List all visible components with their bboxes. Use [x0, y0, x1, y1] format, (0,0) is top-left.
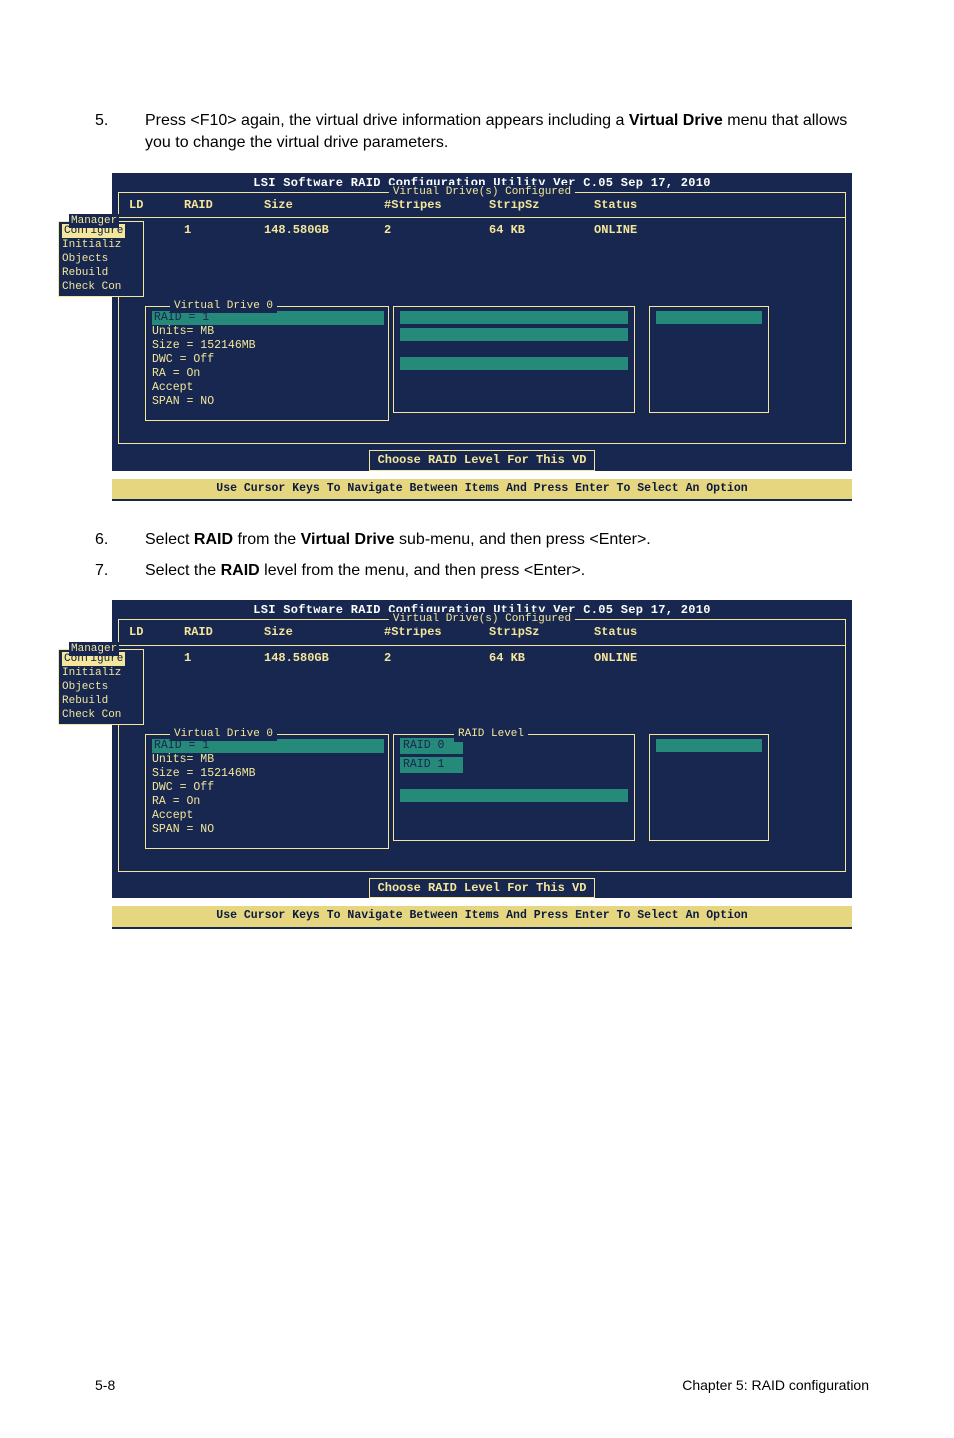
- col-size: Size: [264, 624, 384, 641]
- vd0-line: Units= MB: [152, 753, 214, 766]
- bios-screenshot-2: LSI Software RAID Configuration Utility …: [112, 600, 852, 928]
- left-menu-item: Check Con: [62, 281, 121, 293]
- vd0-line: DWC = Off: [152, 781, 214, 794]
- step7-number: 7.: [95, 560, 145, 582]
- cell-raid: 1: [184, 222, 264, 239]
- green-bar: [400, 311, 628, 324]
- green-bar: [400, 357, 628, 370]
- vd0-line: Size = 152146MB: [152, 339, 256, 352]
- step6-c: from the: [233, 531, 301, 548]
- step7-b: RAID: [221, 562, 260, 579]
- vd0-label: Virtual Drive 0: [170, 727, 277, 741]
- left-menu: Manager Configure Initializ Objects Rebu…: [58, 649, 144, 725]
- green-bar: [656, 311, 762, 324]
- step6-b: RAID: [194, 531, 233, 548]
- vd0-line: SPAN = NO: [152, 395, 214, 408]
- vd0-line: RA = On: [152, 795, 200, 808]
- vd0-line: Size = 152146MB: [152, 767, 256, 780]
- vd0-label: Virtual Drive 0: [170, 299, 277, 313]
- step6-d: Virtual Drive: [301, 531, 395, 548]
- cell-status: ONLINE: [594, 650, 684, 667]
- step7-text: Select the RAID level from the menu, and…: [145, 560, 869, 582]
- step6-e: sub-menu, and then press <Enter>.: [395, 531, 651, 548]
- cell-stripsz: 64 KB: [489, 222, 594, 239]
- left-menu: Manager Configure Initializ Objects Rebu…: [58, 221, 144, 297]
- cell-status: ONLINE: [594, 222, 684, 239]
- vd0-line: Units= MB: [152, 325, 214, 338]
- green-box-1: [393, 306, 635, 413]
- left-menu-item: Objects: [62, 253, 108, 265]
- left-menu-item: Initializ: [62, 239, 121, 251]
- col-status: Status: [594, 197, 684, 214]
- bios-screenshot-1: LSI Software RAID Configuration Utility …: [112, 173, 852, 501]
- virtual-drive-0-box: Virtual Drive 0 RAID = 1 Units= MB Size …: [145, 734, 389, 849]
- green-box-2: [649, 306, 769, 413]
- page-footer-left: 5-8: [95, 1376, 115, 1396]
- green-box-2: [649, 734, 769, 841]
- raid-option: RAID 1: [400, 757, 463, 773]
- vd0-line-selected: RAID = 1: [152, 739, 384, 753]
- green-bar: [400, 789, 628, 802]
- col-ld: LD: [129, 197, 184, 214]
- page-footer-right: Chapter 5: RAID configuration: [682, 1376, 869, 1396]
- cell-size: 148.580GB: [264, 650, 384, 667]
- col-raid: RAID: [184, 197, 264, 214]
- col-status: Status: [594, 624, 684, 641]
- step5-a: Press <F10> again, the virtual drive inf…: [145, 112, 629, 129]
- green-bar: [400, 328, 628, 341]
- vd0-line-selected: RAID = 1: [152, 311, 384, 325]
- virtual-drive-0-box: Virtual Drive 0 RAID = 1 Units= MB Size …: [145, 306, 389, 421]
- left-menu-item: Check Con: [62, 709, 121, 721]
- vd0-line: DWC = Off: [152, 353, 214, 366]
- left-menu-title: Manager: [69, 642, 119, 656]
- cell-stripes: 2: [384, 650, 489, 667]
- raid-level-label: RAID Level: [454, 727, 528, 742]
- step5-number: 5.: [95, 110, 145, 155]
- prompt-box: Choose RAID Level For This VD: [369, 878, 596, 899]
- step7-c: level from the menu, and then press <Ent…: [260, 562, 586, 579]
- bios-header-label: Virtual Drive(s) Configured: [389, 612, 575, 627]
- green-bar: [656, 739, 762, 752]
- raid-level-box: RAID Level RAID 0 RAID 1: [393, 734, 635, 841]
- cell-size: 148.580GB: [264, 222, 384, 239]
- bios-footer-bar: Use Cursor Keys To Navigate Between Item…: [112, 479, 852, 499]
- bios-header-label: Virtual Drive(s) Configured: [389, 185, 575, 200]
- bios-data-row: 0 1 148.580GB 2 64 KB ONLINE: [119, 218, 845, 243]
- left-menu-item: Objects: [62, 681, 108, 693]
- left-menu-item: Initializ: [62, 667, 121, 679]
- step6-number: 6.: [95, 529, 145, 551]
- col-size: Size: [264, 197, 384, 214]
- vd0-line: Accept: [152, 809, 193, 822]
- vd0-line: Accept: [152, 381, 193, 394]
- bios-data-row: 0 1 148.580GB 2 64 KB ONLINE: [119, 646, 845, 671]
- step7-a: Select the: [145, 562, 221, 579]
- cell-stripsz: 64 KB: [489, 650, 594, 667]
- prompt-box: Choose RAID Level For This VD: [369, 450, 596, 471]
- col-ld: LD: [129, 624, 184, 641]
- col-raid: RAID: [184, 624, 264, 641]
- cell-raid: 1: [184, 650, 264, 667]
- bios-footer-bar: Use Cursor Keys To Navigate Between Item…: [112, 906, 852, 926]
- left-menu-item: Rebuild: [62, 267, 108, 279]
- step5-text: Press <F10> again, the virtual drive inf…: [145, 110, 869, 155]
- left-menu-title: Manager: [69, 214, 119, 228]
- vd0-line: RA = On: [152, 367, 200, 380]
- step6-a: Select: [145, 531, 194, 548]
- left-menu-item: Rebuild: [62, 695, 108, 707]
- vd0-line: SPAN = NO: [152, 823, 214, 836]
- step5-bold: Virtual Drive: [629, 112, 723, 129]
- cell-stripes: 2: [384, 222, 489, 239]
- step6-text: Select RAID from the Virtual Drive sub-m…: [145, 529, 869, 551]
